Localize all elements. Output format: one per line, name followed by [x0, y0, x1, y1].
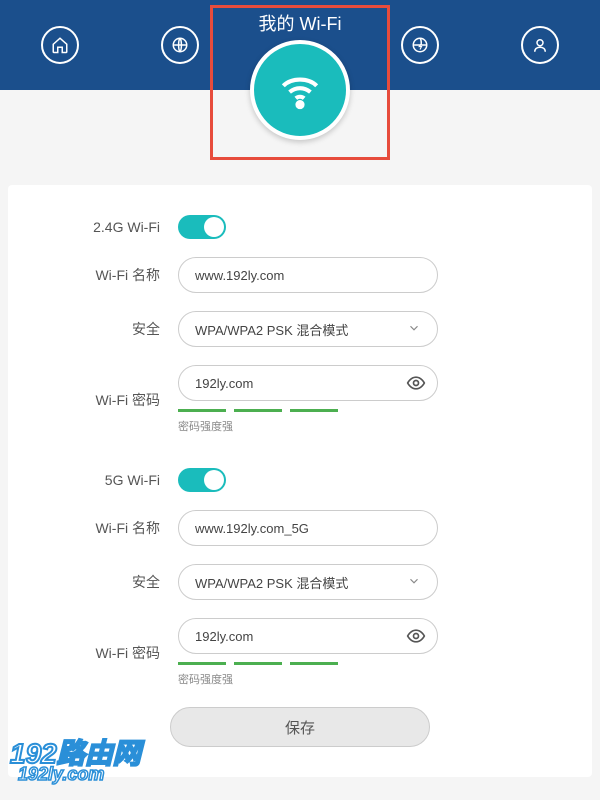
save-button[interactable]: 保存: [170, 707, 430, 747]
wifi-icon[interactable]: [250, 40, 350, 140]
wifi24-strength-text: 密码强度强: [178, 418, 438, 434]
chevron-down-icon: [407, 321, 421, 338]
globe-icon[interactable]: [161, 26, 199, 64]
wifi5-strength-bars: [178, 662, 438, 665]
user-icon[interactable]: [521, 26, 559, 64]
wifi5-password-input[interactable]: [178, 618, 438, 654]
wifi24-name-input[interactable]: [178, 257, 438, 293]
home-icon[interactable]: [41, 26, 79, 64]
globe-bolt-icon[interactable]: [401, 26, 439, 64]
page-title: 我的 Wi-Fi: [250, 0, 350, 42]
wifi24-security-select[interactable]: WPA/WPA2 PSK 混合模式: [178, 311, 438, 347]
wifi5-name-label: Wi-Fi 名称: [28, 518, 178, 538]
wifi24-toggle[interactable]: [178, 215, 226, 239]
wifi24-password-input[interactable]: [178, 365, 438, 401]
wifi24-security-value: WPA/WPA2 PSK 混合模式: [195, 320, 348, 339]
wifi5-security-select[interactable]: WPA/WPA2 PSK 混合模式: [178, 564, 438, 600]
wifi5-strength-text: 密码强度强: [178, 671, 438, 687]
wifi5-security-value: WPA/WPA2 PSK 混合模式: [195, 573, 348, 592]
chevron-down-icon: [407, 574, 421, 591]
wifi5-name-input[interactable]: [178, 510, 438, 546]
wifi5-security-label: 安全: [28, 572, 178, 592]
wifi24-password-label: Wi-Fi 密码: [28, 390, 178, 410]
wifi5-toggle-label: 5G Wi-Fi: [28, 472, 178, 488]
eye-icon[interactable]: [406, 373, 426, 398]
wifi24-strength-bars: [178, 409, 438, 412]
wifi24-security-label: 安全: [28, 319, 178, 339]
eye-icon[interactable]: [406, 626, 426, 651]
wifi-settings-panel: 2.4G Wi-Fi Wi-Fi 名称 安全 WPA/WPA2 PSK 混合模式…: [8, 185, 592, 777]
app-header: 我的 Wi-Fi: [0, 0, 600, 90]
wifi5-password-label: Wi-Fi 密码: [28, 643, 178, 663]
wifi24-name-label: Wi-Fi 名称: [28, 265, 178, 285]
wifi24-toggle-label: 2.4G Wi-Fi: [28, 219, 178, 235]
wifi5-toggle[interactable]: [178, 468, 226, 492]
